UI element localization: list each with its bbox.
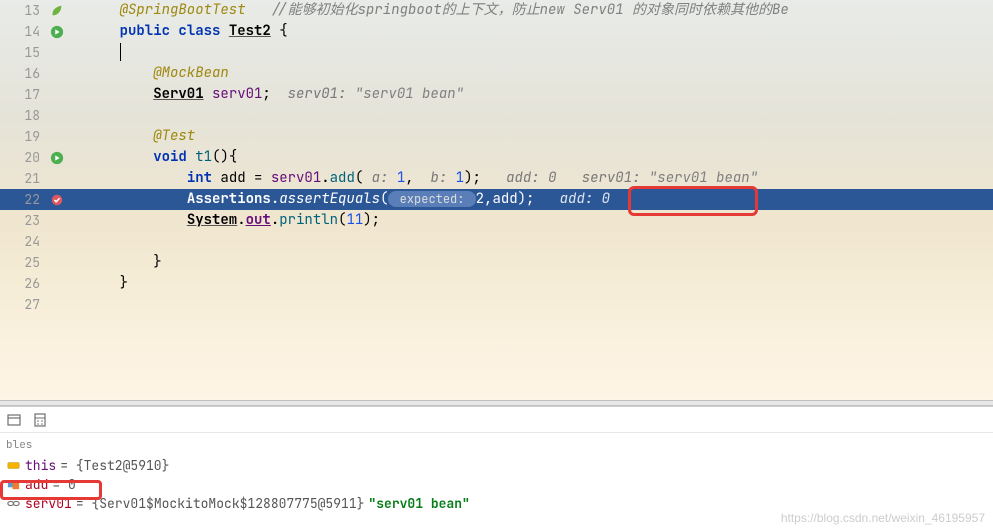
variable-name: add	[25, 476, 48, 493]
line-number: 21	[0, 168, 48, 189]
line-number: 20	[0, 147, 48, 168]
line-number: 17	[0, 84, 48, 105]
code-line-current[interactable]: 22 Assertions.assertEquals( expected: 2,…	[0, 189, 993, 210]
code-text: @Test	[86, 126, 993, 147]
code-line[interactable]: 23 System.out.println(11);	[0, 210, 993, 231]
line-number: 13	[0, 0, 48, 21]
spring-leaf-icon	[50, 4, 64, 18]
code-text: @SpringBootTest //能够初始化springboot的上下文，防止…	[86, 0, 993, 21]
run-test-icon[interactable]	[50, 25, 64, 39]
primitive-icon	[6, 477, 21, 492]
code-line[interactable]: 25 }	[0, 252, 993, 273]
gutter-icons[interactable]	[48, 147, 86, 168]
gutter-icons	[48, 42, 86, 63]
gutter-icons	[48, 210, 86, 231]
line-number: 26	[0, 273, 48, 294]
caret-icon	[120, 43, 121, 61]
code-text: }	[86, 252, 993, 273]
code-line[interactable]: 17 Serv01 serv01; serv01: "serv01 bean"	[0, 84, 993, 105]
code-text: Serv01 serv01; serv01: "serv01 bean"	[86, 84, 993, 105]
code-text: void t1(){	[86, 147, 993, 168]
code-text: System.out.println(11);	[86, 210, 993, 231]
code-text	[86, 42, 993, 63]
code-line[interactable]: 27	[0, 294, 993, 315]
gutter-icons	[48, 63, 86, 84]
variable-name: serv01	[25, 495, 72, 512]
line-number: 25	[0, 252, 48, 273]
line-number: 22	[0, 189, 48, 210]
code-text: int add = serv01.add( a: 1, b: 1); add: …	[86, 168, 993, 189]
line-number: 19	[0, 126, 48, 147]
gutter-icons	[48, 105, 86, 126]
link-icon	[6, 496, 21, 511]
code-text: Assertions.assertEquals( expected: 2,add…	[86, 189, 993, 210]
variable-name: this	[25, 457, 56, 474]
watermark-text: https://blog.csdn.net/weixin_46195957	[781, 511, 985, 525]
debug-toolbar	[0, 407, 993, 433]
code-line[interactable]: 24	[0, 231, 993, 252]
code-text: @MockBean	[86, 63, 993, 84]
breakpoint-check-icon[interactable]	[50, 193, 64, 207]
line-number: 15	[0, 42, 48, 63]
line-number: 18	[0, 105, 48, 126]
line-number: 23	[0, 210, 48, 231]
code-text: public class Test2 {	[86, 21, 993, 42]
variable-row-add[interactable]: add = 0	[0, 475, 993, 494]
gutter-icons	[48, 84, 86, 105]
object-icon	[6, 458, 21, 473]
variable-value: = {Serv01$MockitoMock$128807775@5911}	[76, 495, 365, 512]
run-test-icon[interactable]	[50, 151, 64, 165]
variable-string-value: "serv01 bean"	[368, 495, 469, 512]
code-line[interactable]: 18	[0, 105, 993, 126]
code-text	[86, 231, 993, 252]
code-line[interactable]: 15	[0, 42, 993, 63]
gutter-icons[interactable]	[48, 21, 86, 42]
gutter-icons	[48, 168, 86, 189]
variable-value: = {Test2@5910}	[60, 457, 169, 474]
variable-row-this[interactable]: this = {Test2@5910}	[0, 456, 993, 475]
code-text	[86, 105, 993, 126]
line-number: 16	[0, 63, 48, 84]
code-text: }	[86, 273, 993, 294]
variable-value: = 0	[52, 476, 75, 493]
gutter-icons	[48, 231, 86, 252]
variables-section-title: bles	[0, 433, 993, 456]
gutter-icons	[48, 294, 86, 315]
code-line[interactable]: 20 void t1(){	[0, 147, 993, 168]
code-line[interactable]: 21 int add = serv01.add( a: 1, b: 1); ad…	[0, 168, 993, 189]
restore-layout-icon[interactable]	[6, 412, 22, 428]
gutter-icons[interactable]	[48, 189, 86, 210]
line-number: 24	[0, 231, 48, 252]
gutter-icons[interactable]	[48, 0, 86, 21]
code-text	[86, 294, 993, 315]
code-line[interactable]: 26 }	[0, 273, 993, 294]
gutter-icons	[48, 252, 86, 273]
code-line[interactable]: 16 @MockBean	[0, 63, 993, 84]
line-number: 27	[0, 294, 48, 315]
gutter-icons	[48, 273, 86, 294]
gutter-icons	[48, 126, 86, 147]
code-editor[interactable]: 13 @SpringBootTest //能够初始化springboot的上下文…	[0, 0, 993, 400]
code-line[interactable]: 14 public class Test2 {	[0, 21, 993, 42]
code-line[interactable]: 13 @SpringBootTest //能够初始化springboot的上下文…	[0, 0, 993, 21]
code-line[interactable]: 19 @Test	[0, 126, 993, 147]
calculator-icon[interactable]	[32, 412, 48, 428]
line-number: 14	[0, 21, 48, 42]
